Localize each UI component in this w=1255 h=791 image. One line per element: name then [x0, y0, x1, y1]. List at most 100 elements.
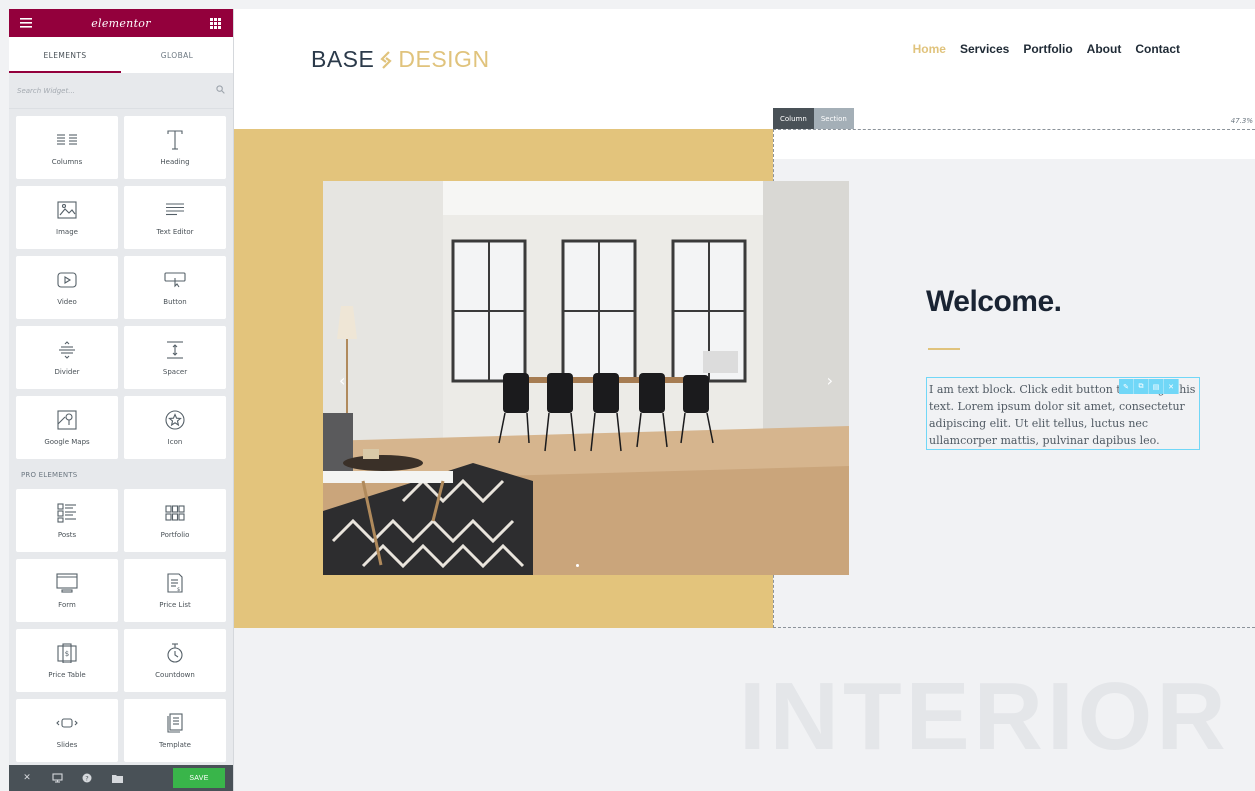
- svg-text:?: ?: [85, 775, 88, 783]
- widget-label: Button: [163, 297, 187, 306]
- widget-toolbar: ✎ ⧉ ▤ ✕: [1119, 379, 1179, 394]
- heading-icon: [163, 129, 187, 150]
- tab-elements[interactable]: ELEMENTS: [9, 37, 121, 73]
- widget-label: Columns: [51, 157, 83, 166]
- image-slider[interactable]: ‹ ›: [323, 181, 849, 575]
- search-icon[interactable]: [216, 84, 225, 97]
- nav-contact[interactable]: Contact: [1135, 42, 1180, 56]
- editor-app: elementor ELEMENTS GLOBAL Columns Headin…: [0, 0, 1255, 791]
- widget-button[interactable]: Button: [124, 256, 226, 319]
- divider-icon: [55, 340, 79, 360]
- save-button[interactable]: SAVE: [173, 768, 225, 788]
- responsive-mode-icon[interactable]: [45, 769, 69, 787]
- widget-image[interactable]: Image: [16, 186, 118, 249]
- slider-next-arrow-icon[interactable]: ›: [827, 371, 833, 390]
- search-widget-input[interactable]: [17, 86, 187, 95]
- widget-search: [9, 73, 233, 109]
- widget-columns[interactable]: Columns: [16, 116, 118, 179]
- column-width-readout: 47.3%: [1230, 117, 1253, 125]
- widget-icon[interactable]: Icon: [124, 396, 226, 459]
- widget-label: Posts: [57, 530, 77, 539]
- widget-label: Icon: [167, 437, 183, 446]
- image-icon: [55, 200, 79, 220]
- interior-photo: [323, 181, 849, 575]
- column-handle[interactable]: Column: [773, 108, 814, 129]
- elementor-panel: elementor ELEMENTS GLOBAL Columns Headin…: [9, 9, 234, 791]
- widget-label: Heading: [160, 157, 190, 166]
- template-icon: [163, 712, 187, 733]
- slider-prev-arrow-icon[interactable]: ‹: [339, 371, 345, 390]
- slider-dot[interactable]: [576, 564, 579, 567]
- nav-services[interactable]: Services: [960, 42, 1009, 56]
- columns-icon: [55, 130, 79, 150]
- button-icon: [163, 270, 187, 290]
- widget-price-list[interactable]: $ Price List: [124, 559, 226, 622]
- widget-label: Form: [58, 600, 76, 609]
- countdown-icon: [163, 642, 187, 663]
- widget-label: Google Maps: [44, 437, 90, 446]
- widget-label: Slides: [56, 740, 78, 749]
- price-list-icon: $: [163, 572, 187, 593]
- widget-divider[interactable]: Divider: [16, 326, 118, 389]
- widgets-grid-icon[interactable]: [209, 16, 223, 30]
- spacer-icon: [163, 340, 187, 360]
- tab-global[interactable]: GLOBAL: [121, 37, 233, 73]
- widget-video[interactable]: Video: [16, 256, 118, 319]
- pro-elements-heading: PRO ELEMENTS: [21, 471, 78, 479]
- widget-slides[interactable]: Slides: [16, 699, 118, 762]
- save-widget-icon[interactable]: ▤: [1149, 379, 1164, 394]
- nav-home[interactable]: Home: [913, 42, 946, 56]
- section-heading[interactable]: Welcome.: [926, 285, 1062, 319]
- hamburger-menu-icon[interactable]: [19, 16, 33, 30]
- price-table-icon: $: [55, 642, 79, 663]
- edit-icon[interactable]: ✎: [1119, 379, 1134, 394]
- widget-countdown[interactable]: Countdown: [124, 629, 226, 692]
- pro-widgets-grid: Posts Portfolio Form $ Price List $ Pric…: [9, 489, 233, 762]
- hero-section[interactable]: Column Section 47.3% ‹ › Welcome. I am t…: [234, 108, 1255, 628]
- widget-label: Price Table: [48, 670, 86, 679]
- delete-icon[interactable]: ✕: [1164, 379, 1179, 394]
- panel-footer: ✕ ? SAVE: [9, 765, 233, 791]
- site-logo[interactable]: BASE DESIGN: [311, 46, 490, 73]
- widget-label: Image: [56, 227, 78, 236]
- folder-icon[interactable]: [105, 769, 129, 787]
- star-icon: [163, 409, 187, 430]
- logo-text-design: DESIGN: [398, 46, 490, 72]
- video-icon: [55, 270, 79, 290]
- svg-text:$: $: [177, 587, 180, 593]
- nav-about[interactable]: About: [1087, 42, 1122, 56]
- widget-google-maps[interactable]: Google Maps: [16, 396, 118, 459]
- slides-icon: [55, 713, 79, 733]
- page-canvas: BASE DESIGN Home Services Portfolio Abou…: [234, 9, 1255, 791]
- svg-text:$: $: [65, 650, 69, 658]
- widget-posts[interactable]: Posts: [16, 489, 118, 552]
- main-nav: Home Services Portfolio About Contact: [913, 42, 1180, 56]
- widget-price-table[interactable]: $ Price Table: [16, 629, 118, 692]
- widget-portfolio[interactable]: Portfolio: [124, 489, 226, 552]
- widget-label: Price List: [159, 600, 191, 609]
- duplicate-icon[interactable]: ⧉: [1134, 379, 1149, 394]
- widget-template[interactable]: Template: [124, 699, 226, 762]
- form-icon: [55, 572, 79, 593]
- widget-spacer[interactable]: Spacer: [124, 326, 226, 389]
- nav-portfolio[interactable]: Portfolio: [1023, 42, 1072, 56]
- site-header: BASE DESIGN Home Services Portfolio Abou…: [234, 9, 1255, 129]
- portfolio-icon: [163, 503, 187, 523]
- close-icon[interactable]: ✕: [15, 769, 39, 787]
- widget-label: Divider: [54, 367, 80, 376]
- widget-label: Video: [57, 297, 77, 306]
- widget-form[interactable]: Form: [16, 559, 118, 622]
- help-icon[interactable]: ?: [75, 769, 99, 787]
- elementor-logo: elementor: [91, 16, 151, 30]
- background-word: INTERIOR: [739, 663, 1230, 770]
- google-maps-icon: [55, 409, 79, 430]
- panel-header: elementor: [9, 9, 233, 37]
- element-handles: Column Section: [773, 108, 854, 129]
- section-handle[interactable]: Section: [813, 108, 854, 129]
- widget-heading[interactable]: Heading: [124, 116, 226, 179]
- posts-icon: [55, 502, 79, 523]
- widget-label: Text Editor: [156, 227, 194, 236]
- widget-label: Spacer: [162, 367, 188, 376]
- widget-text-editor[interactable]: Text Editor: [124, 186, 226, 249]
- widget-label: Countdown: [155, 670, 195, 679]
